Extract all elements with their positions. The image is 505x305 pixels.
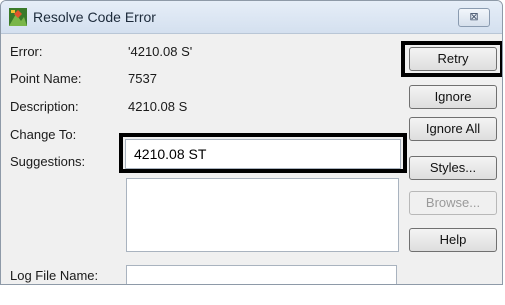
point-name-label: Point Name: (10, 71, 82, 86)
log-file-name-input[interactable] (126, 265, 397, 284)
change-to-label: Change To: (10, 127, 77, 142)
close-icon[interactable]: ⊠ (458, 8, 490, 27)
description-label: Description: (10, 99, 79, 114)
ignore-button[interactable]: Ignore (409, 85, 497, 109)
help-button[interactable]: Help (409, 228, 497, 252)
error-value: '4210.08 S' (128, 44, 193, 59)
survey-app-icon (9, 8, 27, 26)
error-label: Error: (10, 44, 43, 59)
retry-highlight-box (401, 41, 502, 77)
ignore-all-button[interactable]: Ignore All (409, 117, 497, 141)
resolve-code-error-dialog: Resolve Code Error ⊠ Error: '4210.08 S' … (0, 0, 503, 285)
styles-button[interactable]: Styles... (409, 156, 497, 180)
window-title: Resolve Code Error (33, 9, 156, 25)
suggestions-label: Suggestions: (10, 154, 86, 169)
change-to-highlight-box (119, 133, 407, 173)
log-file-name-label: Log File Name: (10, 268, 99, 283)
title-bar[interactable]: Resolve Code Error ⊠ (1, 1, 502, 34)
point-name-value: 7537 (128, 71, 157, 86)
browse-button[interactable]: Browse... (409, 191, 497, 215)
suggestions-list[interactable] (126, 178, 399, 252)
description-value: 4210.08 S (128, 99, 188, 114)
